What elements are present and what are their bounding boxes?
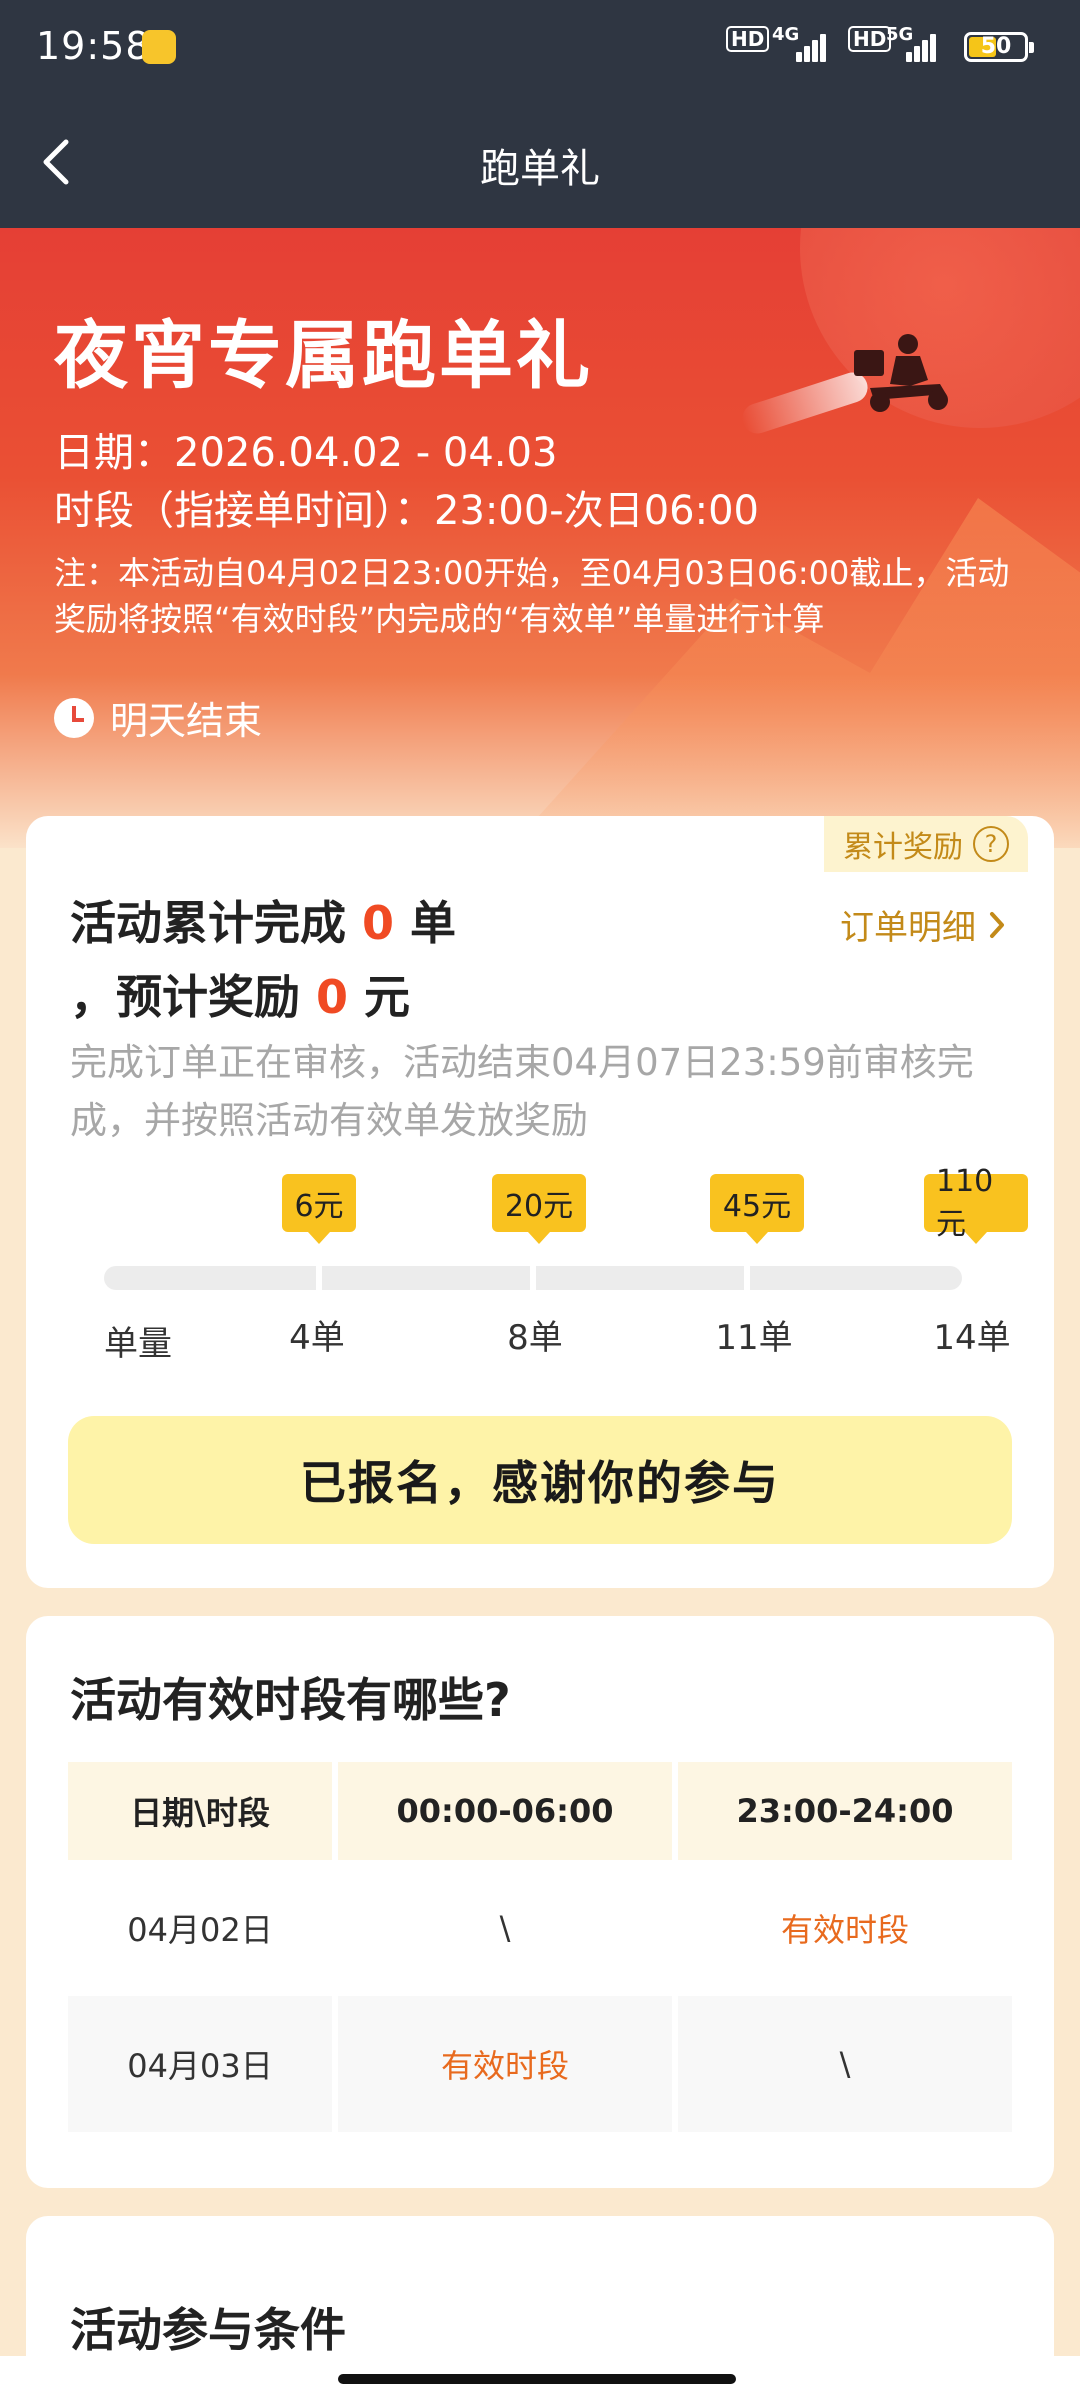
tier-orders-label: 11单 <box>715 1318 793 1358</box>
tier-orders-label: 4单 <box>289 1318 345 1358</box>
conditions-title: 活动参与条件 <box>70 2303 346 2357</box>
end-countdown: 明天结束 <box>54 690 262 745</box>
activity-period: 时段（指接单时间）：23:00-次日06:00 <box>54 488 759 534</box>
tier-reward-tag: 6元 <box>282 1174 356 1244</box>
table-header-cell: 00:00-06:00 <box>338 1762 672 1860</box>
app-notification-icon <box>142 30 176 64</box>
tier-reward-tag: 20元 <box>492 1174 586 1244</box>
table-cell-valid: 有效时段 <box>678 1860 1012 1996</box>
delivery-scooter-icon <box>854 334 948 412</box>
cumulative-reward-label: 累计奖励 <box>843 830 963 865</box>
orders-done-count: 0 <box>362 896 395 950</box>
tier-orders-label: 14单 <box>933 1318 1011 1358</box>
end-text: 明天结束 <box>110 699 263 743</box>
table-cell-valid: 有效时段 <box>338 1996 672 2132</box>
progress-bar-segment <box>536 1266 744 1290</box>
table-cell-date: 04月02日 <box>68 1860 332 1996</box>
progress-bar-segment <box>750 1266 962 1290</box>
cumulative-reward-tag[interactable]: 累计奖励 ? <box>824 816 1028 872</box>
help-icon[interactable]: ? <box>973 826 1009 862</box>
clock-icon <box>54 697 94 738</box>
progress-bar-segment <box>104 1266 316 1290</box>
order-detail-link[interactable]: 订单明细 <box>840 900 1006 949</box>
status-bar: 19:58 HD 4G HD 5G 50 <box>0 0 1080 96</box>
progress-card: 累计奖励 ? 活动累计完成 0 单 ，预计奖励 0 元 订单明细 完成订单正在审… <box>26 816 1054 1588</box>
order-detail-label: 订单明细 <box>840 908 976 948</box>
reward-amount: 0 <box>316 970 349 1024</box>
table-header-cell: 23:00-24:00 <box>678 1762 1012 1860</box>
table-row: 04月02日 \ 有效时段 <box>68 1860 1012 1996</box>
table-row: 04月03日 有效时段 \ <box>68 1996 1012 2132</box>
review-note: 完成订单正在审核，活动结束04月07日23:59前审核完成，并按照活动有效单发放… <box>70 1041 974 1142</box>
table-cell: \ <box>338 1860 672 1996</box>
registered-button[interactable]: 已报名，感谢你的参与 <box>68 1416 1012 1544</box>
nav-bar: 跑单礼 <box>0 96 1080 228</box>
battery-level: 50 <box>980 34 1012 59</box>
signal-icon-2 <box>906 30 944 62</box>
orders-unit: 单 <box>410 896 457 950</box>
axis-label: 单量 <box>104 1324 172 1364</box>
summary-prefix: 活动累计完成 <box>70 896 346 950</box>
progress-bar-segment <box>322 1266 530 1290</box>
activity-note: 注：本活动自04月02日23:00开始，至04月03日06:00截止，活动奖励将… <box>54 554 1010 638</box>
activity-date: 日期：2026.04.02 - 04.03 <box>54 430 558 476</box>
tier-reward-tag: 110元 <box>924 1164 1028 1244</box>
signal-icon-1 <box>796 30 834 62</box>
reward-prefix: ，预计奖励 <box>70 970 300 1024</box>
reward-unit: 元 <box>364 970 411 1024</box>
tier-reward-tag: 45元 <box>710 1174 804 1244</box>
reward-progress: 6元 20元 45元 110元 单量 4单 8单 11单 14单 <box>26 1164 1054 1374</box>
status-time: 19:58 <box>36 24 151 68</box>
valid-periods-card: 活动有效时段有哪些? 日期\时段 00:00-06:00 23:00-24:00… <box>26 1616 1054 2188</box>
hero-title: 夜宵专属跑单礼 <box>54 313 593 399</box>
hero-banner: 夜宵专属跑单礼 日期：2026.04.02 - 04.03 时段（指接单时间）：… <box>0 228 1080 848</box>
progress-summary: 活动累计完成 0 单 ，预计奖励 0 元 <box>70 886 456 1034</box>
page-title: 跑单礼 <box>480 146 600 192</box>
table-header-row: 日期\时段 00:00-06:00 23:00-24:00 <box>68 1762 1012 1860</box>
valid-periods-table: 日期\时段 00:00-06:00 23:00-24:00 04月02日 \ 有… <box>68 1762 1012 2132</box>
hd-badge-1: HD <box>726 26 770 52</box>
table-cell: \ <box>678 1996 1012 2132</box>
battery-icon: 50 <box>964 32 1034 62</box>
home-indicator[interactable] <box>338 2374 736 2384</box>
chevron-right-icon <box>990 911 1004 938</box>
hd-badge-2: HD <box>848 26 892 52</box>
table-header-cell: 日期\时段 <box>68 1762 332 1860</box>
tier-orders-label: 8单 <box>507 1318 563 1358</box>
table-cell-date: 04月03日 <box>68 1996 332 2132</box>
valid-periods-title: 活动有效时段有哪些? <box>70 1673 511 1727</box>
